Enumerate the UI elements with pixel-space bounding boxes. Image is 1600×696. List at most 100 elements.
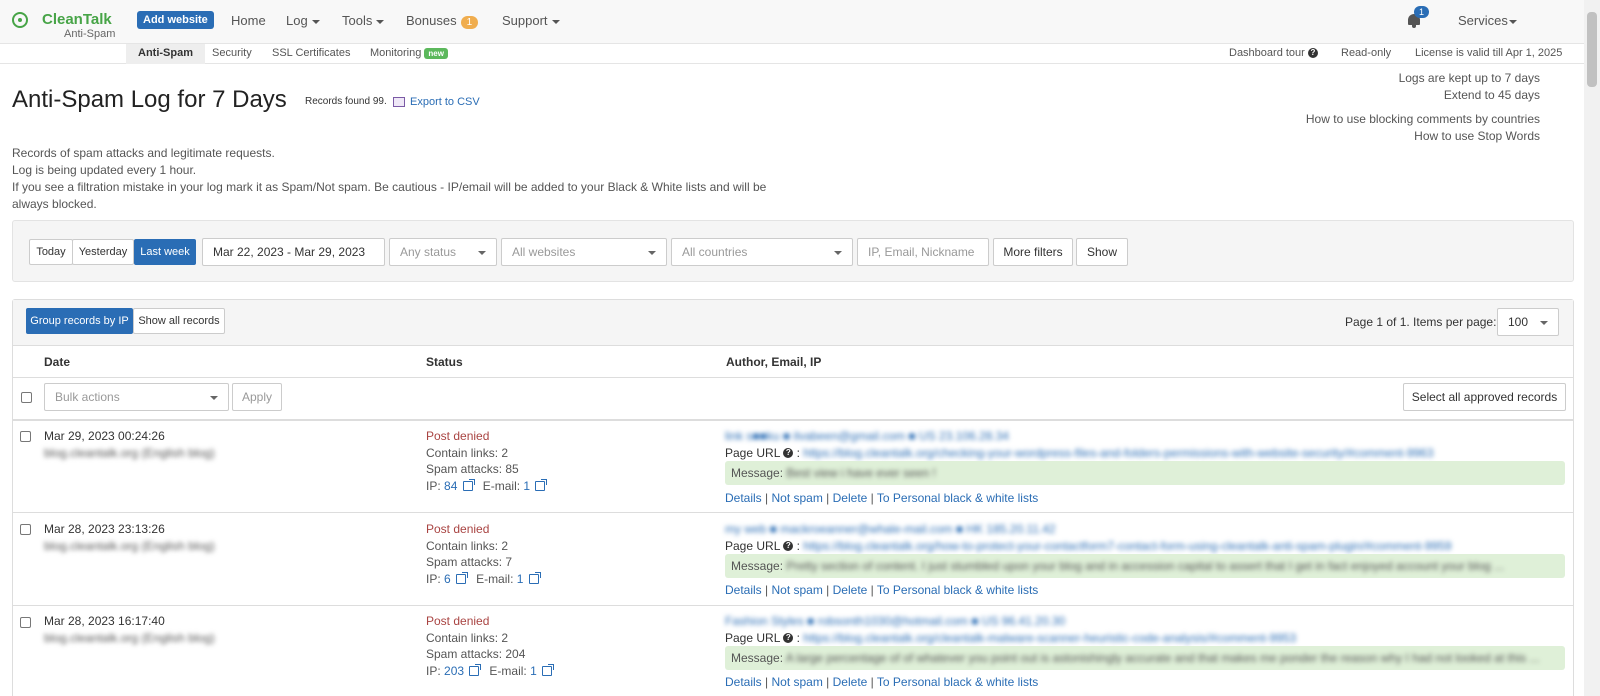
details-link[interactable]: Details <box>725 675 762 689</box>
personal-lists-link[interactable]: To Personal black & white lists <box>877 491 1038 505</box>
external-link-icon[interactable] <box>528 572 541 585</box>
delete-link[interactable]: Delete <box>833 491 868 505</box>
nav-log[interactable]: Log <box>286 13 320 28</box>
author-email-ip[interactable]: link s■■ku ■ ilvabeen@gmail.com ■ US 23.… <box>725 428 1434 445</box>
bulk-actions-select[interactable]: Bulk actions <box>44 383 229 411</box>
results-toolbar: Group records by IP Show all records Pag… <box>13 300 1573 346</box>
more-filters-button[interactable]: More filters <box>993 238 1073 266</box>
desc-line: Log is being updated every 1 hour. <box>12 163 197 177</box>
show-button[interactable]: Show <box>1076 238 1128 266</box>
message-text: Best view i have ever seen ! <box>786 466 936 480</box>
status-denied: Post denied <box>426 522 490 536</box>
chevron-down-icon <box>210 396 218 400</box>
nav-services[interactable]: Services <box>1458 13 1517 28</box>
nav-bonuses-label: Bonuses <box>406 13 457 28</box>
external-link-icon[interactable] <box>469 664 482 677</box>
subnav-ssl[interactable]: SSL Certificates <box>272 47 350 59</box>
logo-subtitle: Anti-Spam <box>64 28 116 40</box>
email-count-link[interactable]: 1 <box>530 664 537 678</box>
records-found: Records found 99. <box>305 96 387 107</box>
external-link-icon[interactable] <box>542 664 555 677</box>
apply-button[interactable]: Apply <box>232 383 282 411</box>
export-csv-label[interactable]: Export to CSV <box>410 96 480 108</box>
last-week-button[interactable]: Last week <box>134 239 196 265</box>
column-header-status[interactable]: Status <box>426 355 463 369</box>
page-url-link[interactable]: https://blog.cleantalk.org/cleantalk-mal… <box>803 631 1296 645</box>
divider <box>13 419 1573 421</box>
page-url-link[interactable]: https://blog.cleantalk.org/checking-your… <box>803 446 1433 460</box>
filter-panel: Today Yesterday Last week Mar 22, 2023 -… <box>12 220 1574 282</box>
page-url-label: Page URL <box>725 630 780 645</box>
subnav-security[interactable]: Security <box>212 47 252 59</box>
page-url-link[interactable]: https://blog.cleantalk.org/how-to-protec… <box>803 539 1451 553</box>
nav-tools[interactable]: Tools <box>342 13 385 28</box>
howto-countries-link[interactable]: How to use blocking comments by countrie… <box>1306 111 1540 128</box>
email-count-link[interactable]: 1 <box>517 572 524 586</box>
nav-home[interactable]: Home <box>231 13 266 28</box>
notifications-badge: 1 <box>1414 6 1430 18</box>
email-label: E-mail: <box>482 478 521 493</box>
websites-select[interactable]: All websites <box>501 238 667 266</box>
personal-lists-link[interactable]: To Personal black & white lists <box>877 675 1038 689</box>
record-actions: Details | Not spam | Delete | To Persona… <box>725 583 1039 597</box>
extend-link[interactable]: Extend to 45 days <box>1399 87 1540 104</box>
status-select[interactable]: Any status <box>389 238 497 266</box>
column-header-date[interactable]: Date <box>44 355 70 369</box>
logo-text[interactable]: CleanTalk <box>42 11 112 28</box>
contain-links-label: Contain links: <box>426 630 499 645</box>
nav-bonuses[interactable]: Bonuses 1 <box>406 13 479 29</box>
email-count-link[interactable]: 1 <box>523 479 530 493</box>
ip-count-link[interactable]: 6 <box>444 572 451 586</box>
chevron-down-icon <box>376 19 385 24</box>
author-email-ip[interactable]: my web ■ mackroeanner@whale-mail.com ■ H… <box>725 521 1452 538</box>
spam-attacks: Spam attacks: 85 <box>426 461 545 478</box>
delete-link[interactable]: Delete <box>833 675 868 689</box>
read-only-link[interactable]: Read-only <box>1341 47 1391 59</box>
row-checkbox[interactable] <box>20 524 31 535</box>
dashboard-tour-link[interactable]: Dashboard tour ? <box>1229 47 1318 59</box>
subnav-monitoring[interactable]: Monitoring new <box>370 47 448 59</box>
export-csv-link[interactable]: Export to CSV <box>393 96 480 108</box>
ip-email-counts: IP: 84 E-mail: 1 <box>426 478 548 495</box>
record-message: Message: Pretty section of content. I ju… <box>725 554 1565 578</box>
select-all-checkbox[interactable] <box>21 392 32 403</box>
show-all-records-button[interactable]: Show all records <box>133 308 225 334</box>
search-input[interactable]: IP, Email, Nickname <box>857 238 989 266</box>
select-all-approved-button[interactable]: Select all approved records <box>1403 383 1566 411</box>
howto-stopwords-link[interactable]: How to use Stop Words <box>1306 128 1540 145</box>
add-website-button[interactable]: Add website <box>137 11 214 29</box>
page-scrollbar[interactable] <box>1584 0 1600 696</box>
nav-tools-label: Tools <box>342 13 373 28</box>
ip-count-link[interactable]: 203 <box>444 664 464 678</box>
author-email-ip[interactable]: Fashion Styles ■ robsonth1030@hotmail.co… <box>725 613 1296 630</box>
email-label: E-mail: <box>476 571 514 586</box>
per-page-select[interactable]: 100 <box>1497 308 1559 336</box>
external-link-icon[interactable] <box>462 479 475 492</box>
ip-count-link[interactable]: 84 <box>444 479 457 493</box>
row-checkbox[interactable] <box>20 431 31 442</box>
not-spam-link[interactable]: Not spam <box>771 583 822 597</box>
cleantalk-logo-icon[interactable] <box>12 12 28 28</box>
yesterday-button[interactable]: Yesterday <box>72 239 134 265</box>
nav-support[interactable]: Support <box>502 13 560 28</box>
message-label: Message: <box>731 651 784 665</box>
not-spam-link[interactable]: Not spam <box>771 491 822 505</box>
delete-link[interactable]: Delete <box>833 583 868 597</box>
external-link-icon[interactable] <box>535 479 548 492</box>
date-range-input[interactable]: Mar 22, 2023 - Mar 29, 2023 <box>202 238 385 266</box>
not-spam-link[interactable]: Not spam <box>771 675 822 689</box>
details-link[interactable]: Details <box>725 491 762 505</box>
record-date: Mar 28, 2023 16:17:40 <box>44 614 165 628</box>
column-header-author[interactable]: Author, Email, IP <box>726 355 821 369</box>
external-link-icon[interactable] <box>456 572 469 585</box>
row-checkbox[interactable] <box>20 617 31 628</box>
record-status: Post denied Contain links: 2 Spam attack… <box>426 428 548 495</box>
personal-lists-link[interactable]: To Personal black & white lists <box>877 583 1038 597</box>
details-link[interactable]: Details <box>725 583 762 597</box>
record-author: link s■■ku ■ ilvabeen@gmail.com ■ US 23.… <box>725 428 1434 461</box>
scrollbar-thumb[interactable] <box>1587 12 1597 87</box>
today-button[interactable]: Today <box>29 239 73 265</box>
subnav-anti-spam[interactable]: Anti-Spam <box>126 44 205 64</box>
countries-select[interactable]: All countries <box>671 238 853 266</box>
group-by-ip-button[interactable]: Group records by IP <box>26 308 133 334</box>
